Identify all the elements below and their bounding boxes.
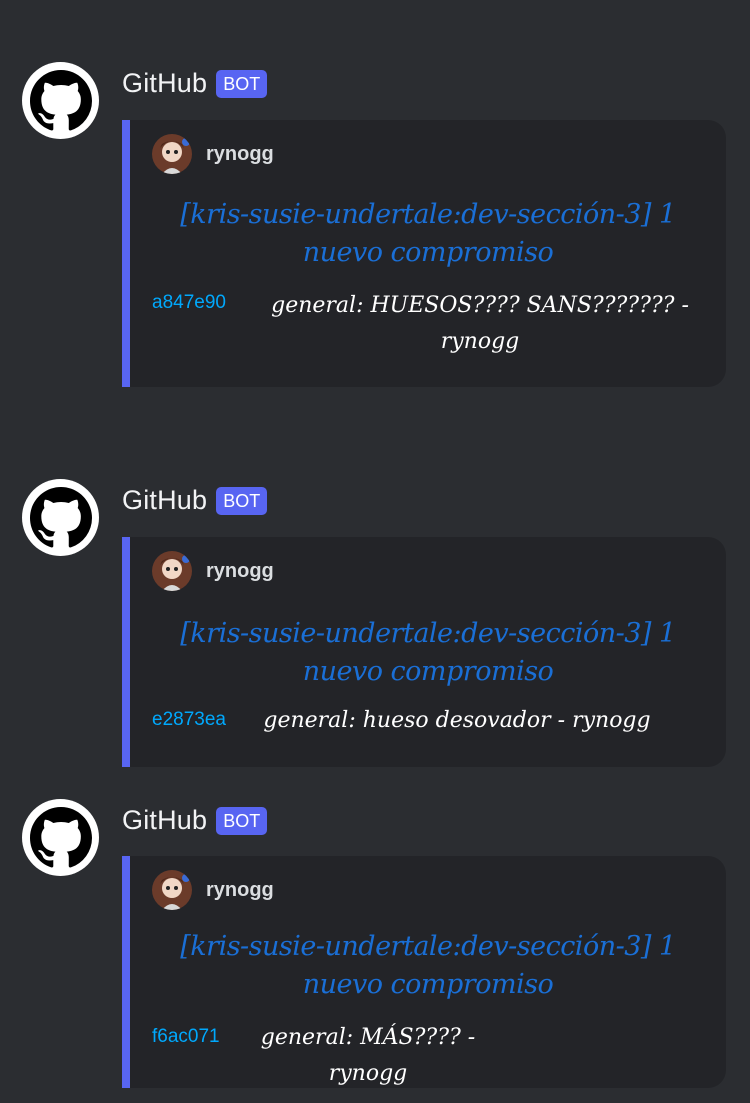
github-octocat-icon (29, 486, 92, 547)
github-avatar[interactable] (22, 62, 99, 139)
embed-author-name[interactable]: rynogg (206, 560, 274, 583)
embed-title[interactable]: [kris-susie-undertale:dev-sección-3] 1 n… (130, 196, 726, 272)
github-avatar[interactable] (22, 799, 99, 876)
github-octocat-icon (29, 69, 92, 130)
github-avatar[interactable] (22, 479, 99, 556)
message-header: GitHub BOT (122, 805, 268, 836)
message-header: GitHub BOT (122, 68, 268, 99)
commit-embed: rynogg [kris-susie-undertale:dev-sección… (122, 120, 726, 387)
embed-author: rynogg (152, 551, 274, 591)
embed-title[interactable]: [kris-susie-undertale:dev-sección-3] 1 n… (130, 928, 726, 1004)
commit-hash-link[interactable]: f6ac071 (152, 1026, 220, 1048)
commit-message: general: hueso desovador - rynogg (263, 708, 651, 733)
bot-badge: BOT (216, 806, 268, 835)
bot-badge: BOT (216, 69, 268, 98)
embed-author-name[interactable]: rynogg (206, 143, 274, 166)
author-name[interactable]: GitHub (122, 805, 207, 836)
embed-author: rynogg (152, 870, 274, 910)
author-name[interactable]: GitHub (122, 68, 207, 99)
author-name[interactable]: GitHub (122, 485, 207, 516)
embed-author-name[interactable]: rynogg (206, 879, 274, 902)
commit-hash-link[interactable]: e2873ea (152, 709, 226, 731)
github-octocat-icon (29, 806, 92, 867)
commit-message: general: MÁS???? - rynogg (260, 1025, 476, 1086)
user-avatar-icon[interactable] (152, 134, 192, 174)
embed-title[interactable]: [kris-susie-undertale:dev-sección-3] 1 n… (130, 615, 726, 691)
embed-author: rynogg (152, 134, 274, 174)
user-avatar-icon[interactable] (152, 551, 192, 591)
message-header: GitHub BOT (122, 485, 268, 516)
bot-badge: BOT (216, 486, 268, 515)
commit-hash-link[interactable]: a847e90 (152, 292, 226, 314)
commit-embed: rynogg [kris-susie-undertale:dev-sección… (122, 856, 726, 1088)
commit-message: general: HUESOS???? SANS??????? - rynogg (271, 293, 689, 354)
user-avatar-icon[interactable] (152, 870, 192, 910)
commit-embed: rynogg [kris-susie-undertale:dev-sección… (122, 537, 726, 767)
